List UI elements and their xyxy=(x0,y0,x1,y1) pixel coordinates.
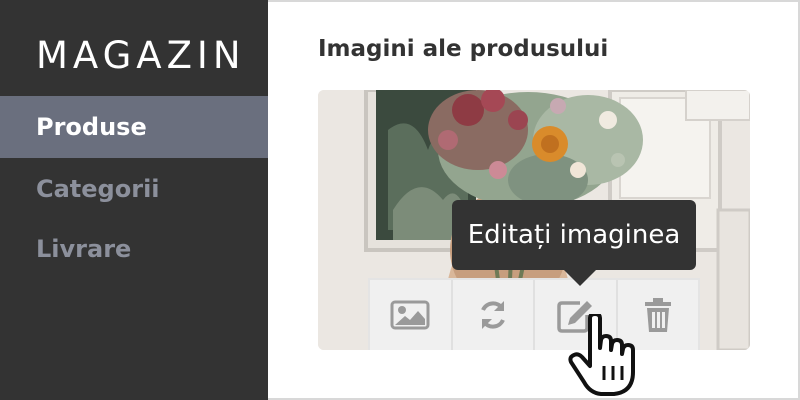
sidebar-item-categorii[interactable]: Categorii xyxy=(0,158,268,220)
tooltip-arrow xyxy=(562,268,598,286)
edit-tooltip: Editați imaginea xyxy=(452,200,696,270)
hand-cursor-icon xyxy=(568,312,644,400)
image-icon xyxy=(390,300,430,330)
trash-icon xyxy=(644,298,671,332)
sidebar-item-produse[interactable]: Produse xyxy=(0,96,268,158)
sidebar-item-livrare[interactable]: Livrare xyxy=(0,218,268,280)
page-title: Imagini ale produsului xyxy=(318,36,609,62)
brand-logo: MAGAZIN xyxy=(36,34,246,77)
replace-button[interactable] xyxy=(452,280,535,350)
refresh-icon xyxy=(480,301,505,329)
image-toolbar xyxy=(368,278,700,350)
image-button[interactable] xyxy=(370,280,453,350)
sidebar: MAGAZIN Produse Categorii Livrare xyxy=(0,0,268,400)
